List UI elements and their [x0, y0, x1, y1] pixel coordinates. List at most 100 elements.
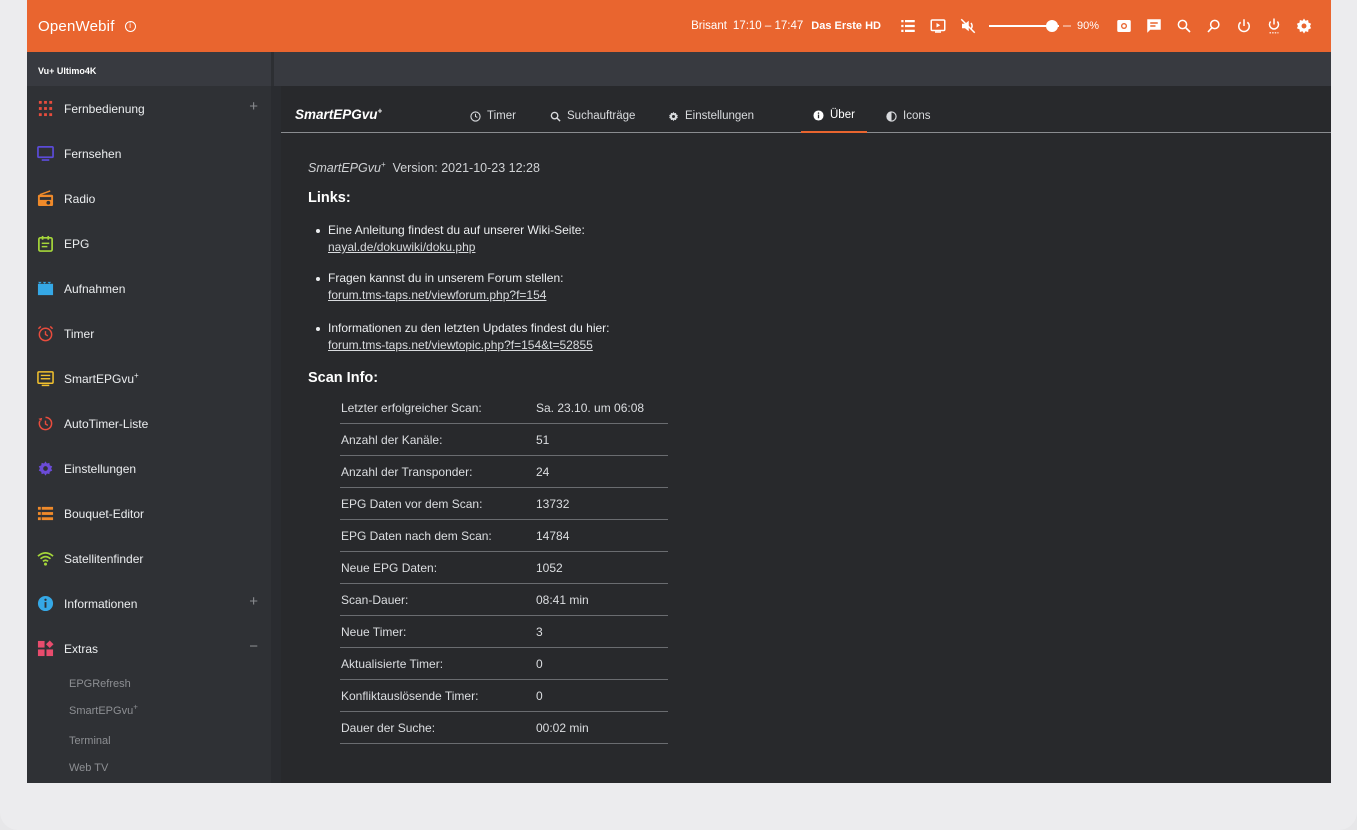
current-show-time: 17:10 – 17:47: [732, 20, 804, 32]
expand-icon[interactable]: +: [249, 99, 258, 114]
table-row: Dauer der Suche: 00:02 min: [340, 712, 668, 744]
clock-icon: [470, 110, 481, 122]
table-row: Anzahl der Transponder: 24: [340, 456, 668, 488]
sidebar-item-satellitenfinder[interactable]: Satellitenfinder: [27, 536, 271, 581]
tab-ueber[interactable]: Über: [801, 99, 867, 133]
radio-icon: [36, 190, 54, 208]
table-row: Neue Timer: 3: [340, 616, 668, 648]
tab-einstellungen[interactable]: Einstellungen: [656, 99, 766, 133]
screenshot-icon[interactable]: [1113, 15, 1135, 37]
power-icon[interactable]: [1233, 15, 1255, 37]
expand-icon[interactable]: +: [249, 594, 258, 609]
contrast-icon: [886, 110, 897, 122]
screen-icon[interactable]: [927, 15, 949, 37]
collapse-icon[interactable]: −: [249, 639, 258, 654]
sidebar-item-timer[interactable]: Timer: [27, 311, 271, 356]
info-icon: [813, 109, 824, 121]
scan-info-table: Letzter erfolgreicher Scan: Sa. 23.10. um…: [340, 392, 668, 744]
wiki-link[interactable]: nayal.de/dokuwiki/doku.php: [328, 240, 585, 254]
mute-icon[interactable]: [957, 15, 979, 37]
version-value: 2021-10-23 12:28: [441, 161, 540, 175]
sidebar-gutter: [271, 86, 281, 783]
widgets-icon: [36, 640, 54, 658]
openwebif-app: OpenWebif i Brisant 17:10 – 17:47 Das Er…: [27, 0, 1331, 783]
autotimer-icon: [36, 415, 54, 433]
remote-icon: [36, 100, 54, 118]
sidebar-item-smartepgvu[interactable]: SmartEPGvu+: [27, 356, 271, 401]
search-epg-icon[interactable]: [1203, 15, 1225, 37]
sidebar-item-label: EPG: [64, 236, 90, 251]
bouquet-icon: [36, 505, 54, 523]
sidebar-item-fernsehen[interactable]: Fernsehen: [27, 131, 271, 176]
volume-rest: [1062, 25, 1071, 27]
wifi-icon: [36, 550, 54, 568]
sidebar-item-radio[interactable]: Radio: [27, 176, 271, 221]
list-item: Informationen zu den letzten Updates fin…: [316, 321, 610, 352]
forum-link[interactable]: forum.tms-taps.net/viewforum.php?f=154: [328, 288, 563, 302]
table-row: Scan-Dauer: 08:41 min: [340, 584, 668, 616]
list-item: Fragen kannst du in unserem Forum stelle…: [315, 271, 564, 302]
sidebar-subitem-web-tv[interactable]: Web TV: [69, 762, 108, 774]
sidebar: Fernbedienung + Fernsehen Radio EPG Aufn…: [27, 86, 271, 783]
sidebar-item-label: Fernbedienung: [64, 101, 145, 116]
sidebar-item-label: Fernsehen: [64, 146, 122, 161]
sidebar-item-einstellungen[interactable]: Einstellungen: [27, 446, 271, 491]
info-icon: [36, 595, 54, 613]
sidebar-subitem-terminal[interactable]: Terminal: [69, 735, 111, 747]
divider: [271, 52, 274, 86]
movie-icon: [36, 280, 54, 298]
table-row: EPG Daten nach dem Scan: 14784: [340, 520, 668, 552]
version-line: SmartEPGvu+ Version: 2021-10-23 12:28: [308, 159, 540, 175]
links-heading: Links:: [308, 190, 351, 206]
sidebar-item-label: AutoTimer-Liste: [64, 416, 149, 431]
brand-title[interactable]: OpenWebif: [38, 18, 115, 35]
tab-suchauftraege[interactable]: Suchaufträge: [538, 99, 647, 133]
sidebar-subitem-epgrefresh[interactable]: EPGRefresh: [69, 678, 131, 690]
sidebar-item-label: SmartEPGvu+: [64, 370, 139, 386]
sidebar-item-label: Informationen: [64, 596, 138, 611]
plugin-tabs: SmartEPGvu+ Timer Suchaufträge Einstellu…: [281, 86, 1331, 133]
sidebar-item-autotimer-liste[interactable]: AutoTimer-Liste: [27, 401, 271, 446]
sidebar-item-informationen[interactable]: Informationen +: [27, 581, 271, 626]
device-bar: Vu+ Ultimo4K: [27, 52, 1331, 86]
volume-knob[interactable]: [1045, 20, 1058, 32]
table-row: Letzter erfolgreicher Scan: Sa. 23.10. um…: [340, 392, 668, 424]
table-row: Neue EPG Daten: 1052: [340, 552, 668, 584]
search-icon: [550, 111, 561, 122]
current-show[interactable]: Brisant: [691, 20, 727, 32]
scan-info-heading: Scan Info:: [308, 370, 379, 386]
tab-timer[interactable]: Timer: [458, 99, 528, 133]
table-row: EPG Daten vor dem Scan: 13732: [340, 488, 668, 520]
tv-icon: [36, 145, 54, 163]
sidebar-item-fernbedienung[interactable]: Fernbedienung +: [27, 86, 271, 131]
settings-icon[interactable]: [1293, 15, 1315, 37]
list-item: Eine Anleitung findest du auf unserer Wi…: [316, 223, 585, 254]
device-name: Vu+ Ultimo4K: [38, 66, 97, 76]
about-info-icon[interactable]: i: [124, 20, 136, 32]
current-channel[interactable]: Das Erste HD: [811, 20, 881, 32]
message-icon[interactable]: [1143, 15, 1165, 37]
updates-link[interactable]: forum.tms-taps.net/viewtopic.php?f=154&t…: [328, 338, 610, 352]
tab-icons[interactable]: Icons: [874, 99, 943, 133]
sidebar-item-label: Satellitenfinder: [64, 551, 144, 566]
standby-icon[interactable]: [1263, 15, 1285, 37]
sidebar-item-label: Bouquet-Editor: [64, 506, 145, 521]
sidebar-item-extras[interactable]: Extras −: [27, 626, 271, 671]
main-content: SmartEPGvu+ Timer Suchaufträge Einstellu…: [281, 86, 1331, 783]
sidebar-subitem-smartepgvu[interactable]: SmartEPGvu+: [69, 703, 138, 717]
epg-list-icon: [36, 370, 54, 388]
sidebar-item-bouquet-editor[interactable]: Bouquet-Editor: [27, 491, 271, 536]
epg-icon: [36, 235, 54, 253]
sidebar-item-label: Timer: [64, 326, 95, 341]
top-bar: OpenWebif i Brisant 17:10 – 17:47 Das Er…: [27, 0, 1331, 52]
sidebar-item-epg[interactable]: EPG: [27, 221, 271, 266]
alarm-icon: [36, 325, 54, 343]
sidebar-item-aufnahmen[interactable]: Aufnahmen: [27, 266, 271, 311]
volume-percent: 90%: [1076, 20, 1099, 32]
table-row: Anzahl der Kanäle: 51: [340, 424, 668, 456]
volume-slider[interactable]: [988, 20, 1059, 32]
list-icon[interactable]: [897, 15, 919, 37]
gear-icon: [669, 111, 678, 121]
search-icon[interactable]: [1173, 15, 1195, 37]
table-row: Aktualisierte Timer: 0: [340, 648, 668, 680]
